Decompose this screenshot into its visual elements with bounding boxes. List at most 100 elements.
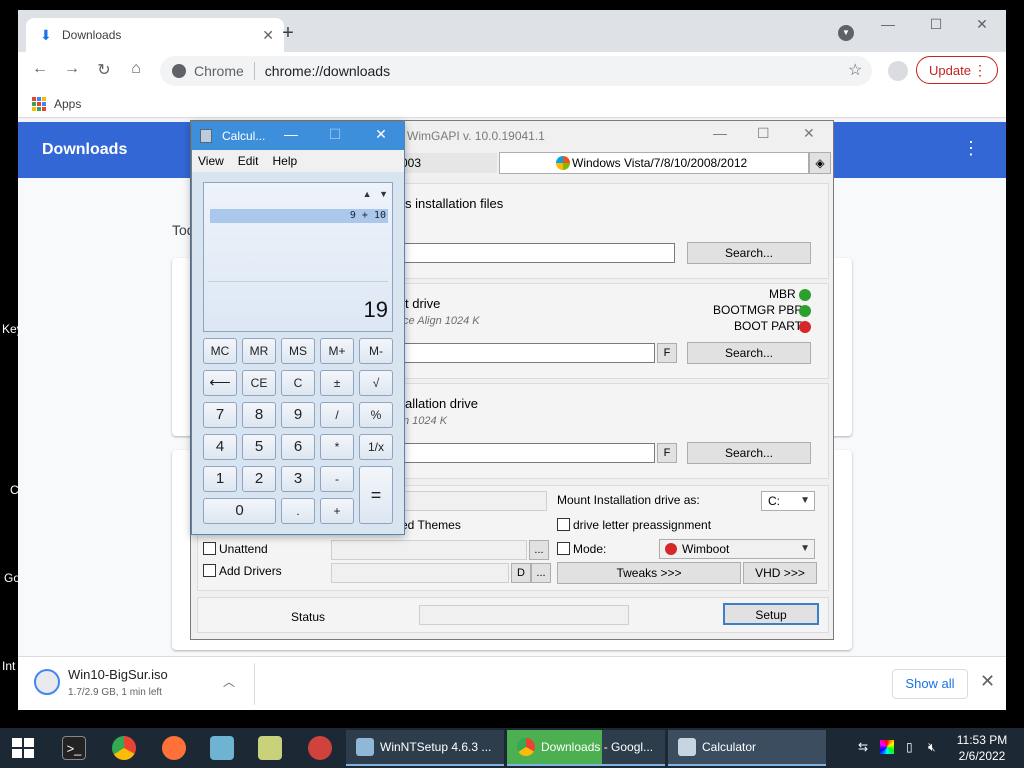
ms-button[interactable]: MS bbox=[281, 338, 315, 364]
os-version-combo[interactable]: Windows Vista/7/8/10/2008/2012 bbox=[499, 152, 809, 174]
mode-checkbox[interactable] bbox=[557, 542, 570, 555]
task-winntsetup[interactable]: WinNTSetup 4.6.3 ... bbox=[346, 730, 504, 766]
close-window-icon[interactable]: ✕ bbox=[962, 16, 1002, 33]
divide-button[interactable]: / bbox=[320, 402, 354, 428]
windows-start-icon[interactable] bbox=[12, 738, 34, 758]
digit-2-button[interactable]: 2 bbox=[242, 466, 276, 492]
vhd-button[interactable]: VHD >>> bbox=[743, 562, 817, 584]
apps-bookmark[interactable]: Apps bbox=[54, 97, 81, 111]
add-drivers-checkbox[interactable] bbox=[203, 564, 216, 577]
firefox-icon[interactable] bbox=[162, 736, 186, 760]
m-plus-button[interactable]: M+ bbox=[320, 338, 354, 364]
tab-downloads[interactable]: ⬇ Downloads ✕ bbox=[26, 18, 284, 52]
show-all-button[interactable]: Show all bbox=[892, 669, 968, 699]
search-boot-button[interactable]: Search... bbox=[687, 342, 811, 364]
drivers-d-button[interactable]: D bbox=[511, 563, 531, 583]
color-app-icon[interactable] bbox=[880, 740, 894, 754]
unattend-browse-button[interactable]: ... bbox=[529, 540, 549, 560]
close-shelf-icon[interactable]: ✕ bbox=[980, 671, 995, 692]
digit-8-button[interactable]: 8 bbox=[242, 402, 276, 428]
drivers-browse-button[interactable]: ... bbox=[531, 563, 551, 583]
menu-icon[interactable]: ⋮ bbox=[973, 62, 987, 79]
maximize-icon[interactable]: ☐ bbox=[320, 126, 350, 143]
equals-button[interactable]: = bbox=[359, 466, 393, 524]
mr-button[interactable]: MR bbox=[242, 338, 276, 364]
digit-1-button[interactable]: 1 bbox=[203, 466, 237, 492]
more-options-icon[interactable]: ⋮ bbox=[962, 138, 980, 159]
menu-edit[interactable]: Edit bbox=[238, 154, 259, 168]
unattend-path-input[interactable] bbox=[331, 540, 527, 560]
source-path-input[interactable] bbox=[401, 243, 675, 263]
network-icon[interactable]: ⇆ bbox=[858, 740, 868, 754]
task-chrome-downloads[interactable]: Downloads - Googl... bbox=[507, 730, 665, 766]
c-button[interactable]: C bbox=[281, 370, 315, 396]
options-icon[interactable]: ◈ bbox=[809, 152, 831, 174]
forward-icon[interactable]: → bbox=[60, 60, 84, 78]
tweaks-button[interactable]: Tweaks >>> bbox=[557, 562, 741, 584]
drivers-path-input[interactable] bbox=[331, 563, 509, 583]
menu-view[interactable]: View bbox=[198, 154, 224, 168]
install-drive-input[interactable] bbox=[401, 443, 655, 463]
chevron-up-icon[interactable]: ︿ bbox=[223, 673, 235, 690]
history-scroll-icons[interactable]: ▲ ▼ bbox=[363, 189, 388, 199]
task-calculator[interactable]: Calculator bbox=[668, 730, 826, 766]
address-bar[interactable]: Chrome chrome://downloads bbox=[160, 56, 872, 86]
unattend-checkbox[interactable] bbox=[203, 542, 216, 555]
digit-7-button[interactable]: 7 bbox=[203, 402, 237, 428]
chart-app-icon[interactable] bbox=[258, 736, 282, 760]
digit-0-button[interactable]: 0 bbox=[203, 498, 276, 524]
maximize-icon[interactable]: ☐ bbox=[916, 16, 956, 33]
new-tab-button[interactable]: + bbox=[276, 22, 300, 45]
percent-button[interactable]: % bbox=[359, 402, 393, 428]
boot-drive-input[interactable] bbox=[401, 343, 655, 363]
tab-search-icon[interactable]: ▼ bbox=[838, 25, 854, 41]
chrome-icon[interactable] bbox=[112, 736, 136, 760]
digit-3-button[interactable]: 3 bbox=[281, 466, 315, 492]
update-button[interactable]: Update ⋮ bbox=[916, 56, 998, 84]
digit-9-button[interactable]: 9 bbox=[281, 402, 315, 428]
mc-button[interactable]: MC bbox=[203, 338, 237, 364]
sqrt-button[interactable]: √ bbox=[359, 370, 393, 396]
ce-button[interactable]: CE bbox=[242, 370, 276, 396]
digit-4-button[interactable]: 4 bbox=[203, 434, 237, 460]
usb-icon[interactable]: ▯ bbox=[906, 740, 913, 754]
setup-button[interactable]: Setup bbox=[723, 603, 819, 625]
download-filename[interactable]: Win10-BigSur.iso bbox=[68, 667, 168, 682]
add-button[interactable]: + bbox=[320, 498, 354, 524]
maximize-icon[interactable]: ☐ bbox=[757, 125, 770, 142]
backspace-button[interactable]: ⟵ bbox=[203, 370, 237, 396]
volume-mute-icon[interactable]: 🔇︎ bbox=[928, 740, 936, 755]
calculator-titlebar[interactable]: Calcul... — ☐ ✕ bbox=[192, 122, 404, 150]
boot-format-button[interactable]: F bbox=[657, 343, 677, 363]
minimize-icon[interactable]: — bbox=[868, 16, 908, 32]
home-icon[interactable]: ⌂ bbox=[124, 60, 148, 78]
profile-avatar[interactable] bbox=[888, 61, 908, 81]
mount-drive-combo[interactable]: C: ▼ bbox=[761, 491, 815, 511]
paint-app-icon[interactable] bbox=[308, 736, 332, 760]
mode-combo[interactable]: Wimboot ▼ bbox=[659, 539, 815, 559]
reciprocal-button[interactable]: 1/x bbox=[359, 434, 393, 460]
notepad-app-icon[interactable] bbox=[210, 736, 234, 760]
close-icon[interactable]: ✕ bbox=[803, 125, 815, 142]
m-minus-button[interactable]: M- bbox=[359, 338, 393, 364]
terminal-icon[interactable]: >_ bbox=[62, 736, 86, 760]
install-format-button[interactable]: F bbox=[657, 443, 677, 463]
decimal-button[interactable]: . bbox=[281, 498, 315, 524]
menu-help[interactable]: Help bbox=[272, 154, 297, 168]
clock[interactable]: 11:53 PM 2/6/2022 bbox=[952, 732, 1012, 764]
close-icon[interactable]: ✕ bbox=[366, 126, 396, 143]
back-icon[interactable]: ← bbox=[28, 60, 52, 78]
subtract-button[interactable]: - bbox=[320, 466, 354, 492]
search-source-button[interactable]: Search... bbox=[687, 242, 811, 264]
reload-icon[interactable]: ↻ bbox=[92, 60, 116, 80]
edition-combo[interactable] bbox=[401, 491, 547, 511]
minimize-icon[interactable]: — bbox=[713, 125, 727, 141]
search-install-button[interactable]: Search... bbox=[687, 442, 811, 464]
multiply-button[interactable]: * bbox=[320, 434, 354, 460]
drive-letter-checkbox[interactable] bbox=[557, 518, 570, 531]
minimize-icon[interactable]: — bbox=[276, 126, 306, 142]
digit-5-button[interactable]: 5 bbox=[242, 434, 276, 460]
digit-6-button[interactable]: 6 bbox=[281, 434, 315, 460]
close-tab-icon[interactable]: ✕ bbox=[262, 27, 274, 44]
negate-button[interactable]: ± bbox=[320, 370, 354, 396]
